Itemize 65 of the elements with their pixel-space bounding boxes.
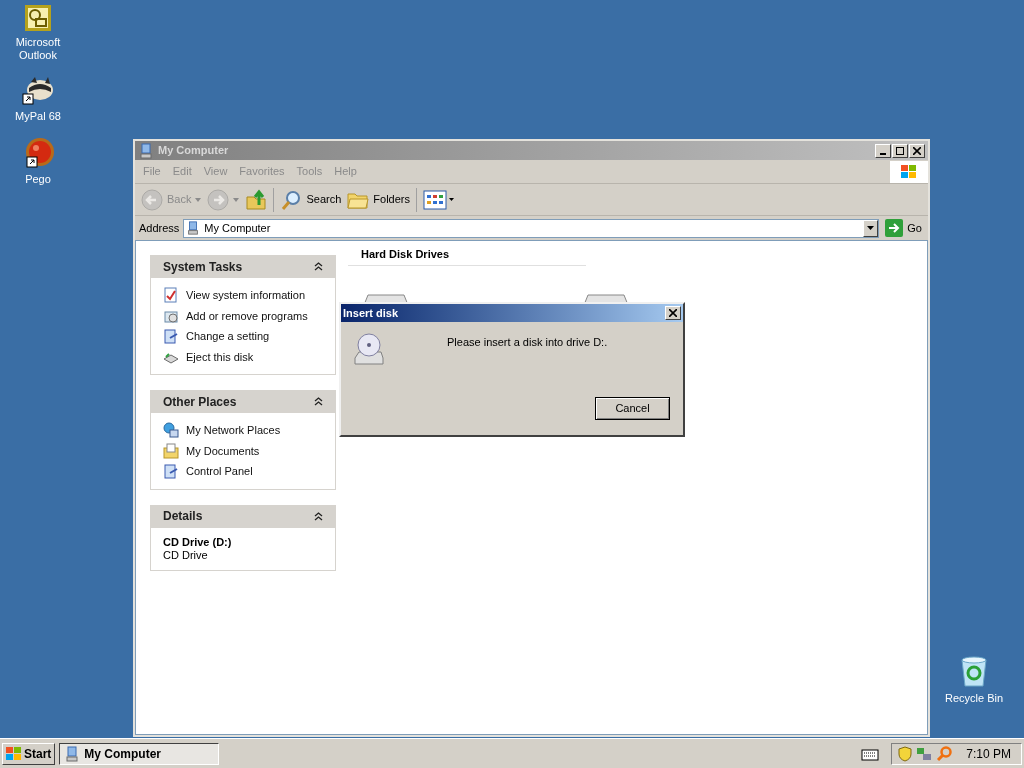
- task-link[interactable]: View system information: [186, 287, 305, 304]
- minimize-button[interactable]: [875, 143, 891, 158]
- task-link[interactable]: My Network Places: [186, 422, 281, 439]
- envelope-clock-icon: [24, 4, 52, 32]
- computer-icon: [186, 221, 201, 235]
- collapse-chevron-icon[interactable]: [314, 511, 323, 521]
- clock: 7:10 PM: [966, 745, 1011, 763]
- pane-header[interactable]: Other Places: [150, 390, 336, 413]
- views-grid-icon: [423, 189, 455, 210]
- flag-logo-icon: [900, 163, 918, 180]
- desktop-icon-label[interactable]: Pego: [25, 173, 51, 186]
- computer-icon: [138, 142, 154, 159]
- pane-title: Other Places: [163, 393, 237, 411]
- document-check-icon: [163, 287, 179, 304]
- close-icon: [913, 146, 921, 155]
- task-link[interactable]: My Documents: [186, 442, 260, 459]
- raccoon-icon: [21, 76, 55, 106]
- address-dropdown-button[interactable]: [863, 219, 879, 237]
- taskbar-button[interactable]: My Computer: [59, 742, 220, 765]
- address-field[interactable]: My Computer: [183, 218, 880, 238]
- search-icon: [280, 188, 303, 211]
- globe-computer-icon: [163, 422, 179, 439]
- computer-icon: [64, 745, 81, 762]
- close-button[interactable]: [909, 143, 925, 158]
- minimize-icon: [880, 152, 886, 155]
- address-value: My Computer: [204, 220, 272, 236]
- group-heading: Hard Disk Drives: [348, 246, 586, 266]
- task-link[interactable]: Add or remove programs: [186, 307, 308, 324]
- folder-up-arrow-icon: [245, 188, 268, 211]
- flag-logo-icon: [6, 746, 22, 761]
- task-link[interactable]: Control Panel: [186, 463, 253, 480]
- pane-header[interactable]: System Tasks: [150, 255, 336, 278]
- dropdown-caret-icon: [195, 197, 202, 202]
- detail-type: CD Drive: [163, 548, 209, 562]
- caret-icon: [867, 226, 875, 230]
- task-link[interactable]: Eject this disk: [186, 348, 254, 365]
- pane-header[interactable]: Details: [150, 504, 336, 528]
- detail-name: CD Drive (D:): [163, 535, 233, 549]
- window-title: My Computer: [158, 143, 230, 159]
- collapse-chevron-icon[interactable]: [314, 262, 323, 271]
- folder-document-icon: [163, 442, 179, 459]
- start-button[interactable]: Start: [2, 742, 56, 765]
- close-icon: [669, 309, 677, 317]
- maximize-icon: [896, 146, 904, 155]
- dropdown-caret-icon: [233, 197, 240, 202]
- shield-icon[interactable]: [898, 745, 913, 762]
- maximize-button[interactable]: [892, 143, 908, 158]
- cancel-button[interactable]: Cancel: [595, 397, 670, 420]
- pane-title: Details: [163, 508, 203, 525]
- search-button[interactable]: Search: [278, 186, 344, 213]
- collapse-chevron-icon[interactable]: [314, 397, 323, 406]
- recycle-bin-icon: [959, 656, 989, 688]
- desktop-icon-label[interactable]: Microsoft Outlook: [0, 36, 76, 62]
- dialog-message: Please insert a disk into drive D:.: [447, 335, 608, 350]
- close-button[interactable]: [665, 306, 681, 320]
- keyboard-icon[interactable]: [861, 746, 880, 761]
- cd-drive-icon: [353, 332, 385, 366]
- pane-title: System Tasks: [163, 258, 243, 276]
- task-link[interactable]: Change a setting: [186, 328, 270, 345]
- address-label: Address: [139, 220, 180, 236]
- folders-button[interactable]: Folders: [345, 186, 412, 213]
- desktop-icon-label[interactable]: Recycle Bin: [944, 692, 1004, 705]
- go-button[interactable]: Go: [883, 219, 924, 237]
- dialog-title: Insert disk: [343, 305, 400, 321]
- desktop-icon-label[interactable]: MyPal 68: [15, 110, 61, 123]
